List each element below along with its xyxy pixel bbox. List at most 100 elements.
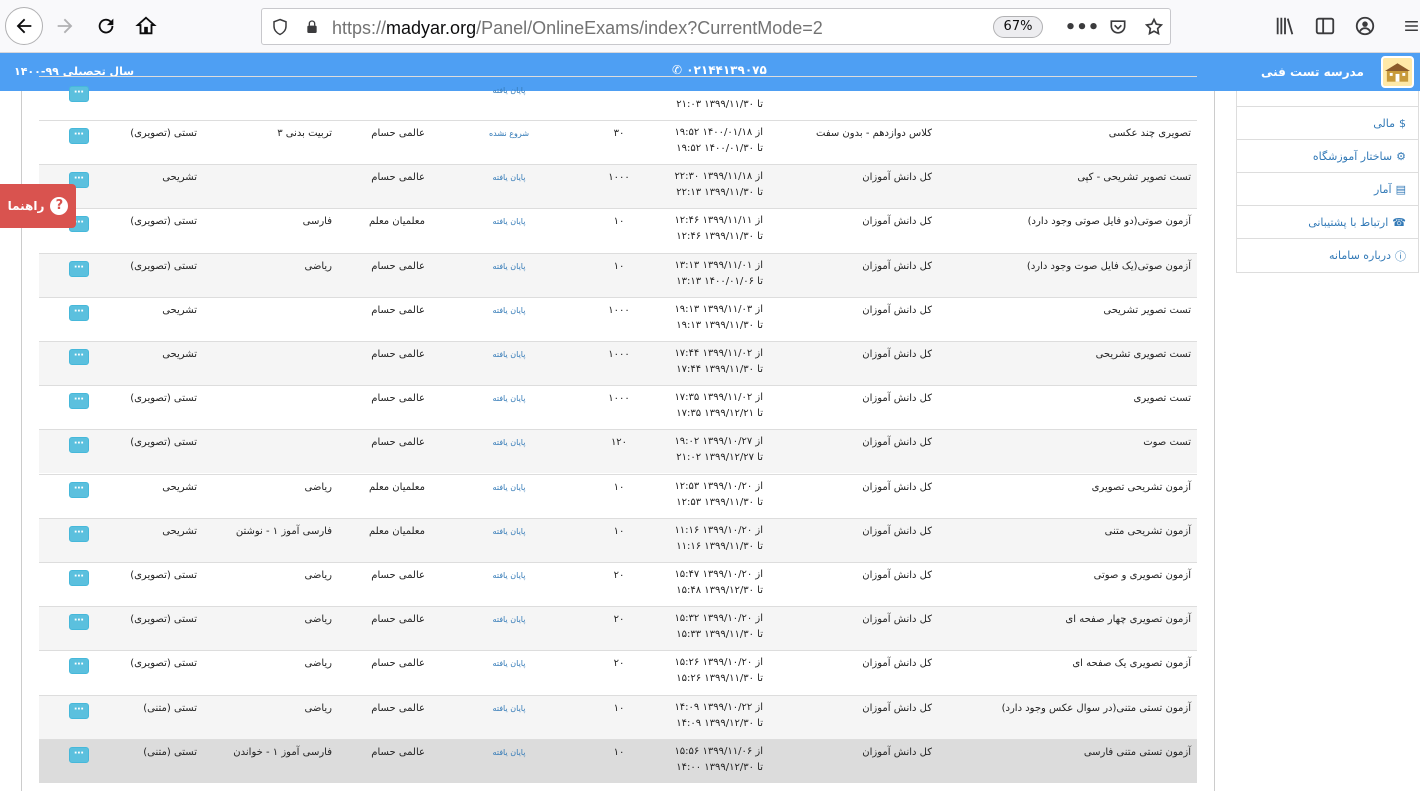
- sidebar-item-school-structure[interactable]: ساختار آموزشگاه ⚙: [1237, 140, 1418, 173]
- sidebar-item-about[interactable]: درباره سامانه ⓘ: [1237, 239, 1418, 272]
- sidebar-item-partial[interactable]: [1237, 90, 1418, 107]
- status-label[interactable]: پایان یافته: [459, 306, 559, 315]
- actions-button[interactable]: ⋯: [69, 746, 89, 763]
- teacher-name: معلمیان معلم: [368, 481, 425, 493]
- status-label[interactable]: پایان یافته: [459, 571, 559, 580]
- teacher-name: معلمیان معلم: [368, 525, 425, 537]
- status-label[interactable]: پایان یافته: [459, 86, 559, 95]
- exam-title: تصویری چند عکسی: [1108, 128, 1191, 139]
- exam-score: ۲۰: [613, 658, 625, 670]
- actions-button[interactable]: ⋯: [69, 86, 89, 102]
- info-icon: ⓘ: [1395, 249, 1406, 263]
- exam-target: کل دانش آموزان: [862, 304, 932, 316]
- actions-button[interactable]: ⋯: [69, 570, 89, 586]
- zoom-badge[interactable]: 67%: [993, 16, 1043, 38]
- exam-score: ۲۰: [613, 614, 625, 626]
- actions-button[interactable]: ⋯: [69, 658, 89, 675]
- table-row: آزمون تشریحی تصویری کل دانش آموزان از ۱۳۹۹…: [39, 473, 1197, 518]
- start-date: از ۱۳۹۹/۱۱/۱۸ ۲۲:۳۰: [674, 171, 763, 183]
- home-button[interactable]: [127, 7, 165, 45]
- back-button[interactable]: [5, 7, 43, 45]
- end-date: تا ۱۳۹۹/۱۲/۲۷ ۲۱:۰۲: [676, 452, 763, 464]
- exam-target: کل دانش آموزان: [862, 349, 932, 360]
- status-label[interactable]: پایان یافته: [459, 394, 559, 403]
- actions-button[interactable]: ⋯: [69, 393, 89, 410]
- exam-type: تستی (تصویری): [130, 658, 197, 670]
- start-date: از ۱۳۹۹/۱۰/۲۰ ۱۵:۲۶: [674, 657, 763, 669]
- end-date: تا ۱۳۹۹/۱۱/۳۰ ۱۲:۵۳: [676, 496, 763, 508]
- status-label[interactable]: پایان یافته: [459, 350, 559, 359]
- table-row: آزمون صوتی(یک فایل صوت وجود دارد) کل دانش…: [39, 252, 1197, 297]
- teacher-name: عالمی حسام: [371, 437, 425, 449]
- help-button[interactable]: راهنما ?: [0, 184, 76, 228]
- status-label[interactable]: پایان یافته: [459, 483, 559, 492]
- table-row: آزمون تصویری و صوتی کل دانش آموزان از ۱۳۹۹…: [39, 562, 1197, 606]
- sidebar-item-finance[interactable]: مالی $: [1237, 107, 1418, 140]
- menu-icon[interactable]: [1403, 15, 1420, 37]
- sidebar-menu: مالی $ ساختار آموزشگاه ⚙ آمار ▤ ارتباط ب…: [1236, 91, 1419, 273]
- arrow-right-icon: [57, 18, 73, 34]
- exam-title: آزمون تشریحی متنی: [1104, 525, 1191, 537]
- start-date: از ۱۳۹۹/۱۰/۲۷ ۱۹:۰۲: [674, 436, 763, 448]
- teacher-name: عالمی حسام: [371, 172, 425, 184]
- actions-button[interactable]: ⋯: [69, 614, 89, 631]
- actions-button[interactable]: ⋯: [69, 525, 89, 542]
- sidebar-item-stats[interactable]: آمار ▤: [1237, 173, 1418, 206]
- status-label[interactable]: پایان یافته: [459, 659, 559, 668]
- more-actions-icon[interactable]: •••: [1065, 16, 1100, 38]
- gear-icon: ⚙: [1396, 149, 1406, 163]
- end-date: تا ۱۳۹۹/۱۱/۳۰ ۱۵:۲۶: [676, 673, 763, 685]
- sidebar-item-label: درباره سامانه: [1329, 249, 1391, 262]
- url-bar[interactable]: https://madyar.org/Panel/OnlineExams/ind…: [261, 8, 1171, 45]
- sidebar-item-support[interactable]: ارتباط با پشتیبانی ☎: [1237, 206, 1418, 239]
- actions-button[interactable]: ⋯: [69, 437, 89, 454]
- start-date: از ۱۳۹۹/۱۱/۰۲ ۱۷:۴۴: [674, 348, 763, 359]
- status-label[interactable]: پایان یافته: [459, 217, 559, 226]
- status-label[interactable]: پایان یافته: [459, 704, 559, 713]
- actions-button[interactable]: ⋯: [69, 349, 89, 365]
- actions-button[interactable]: ⋯: [69, 304, 89, 321]
- reload-button[interactable]: [87, 7, 125, 45]
- course-name: ریاضی: [304, 658, 333, 670]
- account-icon[interactable]: [1353, 15, 1377, 37]
- teacher-name: عالمی حسام: [371, 393, 425, 405]
- status-label[interactable]: پایان یافته: [459, 438, 559, 447]
- exam-score: ۱۰: [613, 481, 625, 493]
- status-label[interactable]: پایان یافته: [459, 262, 559, 271]
- exam-type: تستی (تصویری): [130, 570, 197, 581]
- exam-target: کل دانش آموزان: [862, 525, 932, 537]
- lock-icon[interactable]: [302, 17, 322, 37]
- library-icon[interactable]: [1273, 15, 1297, 37]
- status-label[interactable]: شروع نشده: [459, 129, 559, 138]
- exam-type: تستی (تصویری): [130, 437, 197, 449]
- actions-button[interactable]: ⋯: [69, 702, 89, 719]
- exam-target: کل دانش آموزان: [862, 702, 932, 714]
- exam-score: ۱۰۰۰: [608, 172, 630, 184]
- actions-button[interactable]: ⋯: [69, 481, 89, 498]
- end-date: تا ۱۴۰۰/۰۱/۰۶ ۱۳:۱۳: [676, 275, 763, 287]
- actions-button[interactable]: ⋯: [69, 260, 89, 277]
- teacher-name: عالمی حسام: [371, 658, 425, 670]
- status-label[interactable]: پایان یافته: [459, 615, 559, 624]
- course-name: ریاضی: [304, 570, 333, 581]
- end-date: تا ۱۳۹۹/۱۱/۳۰ ۲۲:۱۳: [676, 187, 763, 199]
- status-label[interactable]: پایان یافته: [459, 173, 559, 182]
- exam-title: آزمون تستی متنی فارسی: [1083, 746, 1191, 758]
- exam-target: کل دانش آموزان: [862, 658, 932, 670]
- teacher-name: عالمی حسام: [371, 260, 425, 272]
- url-text[interactable]: https://madyar.org/Panel/OnlineExams/ind…: [332, 18, 823, 39]
- arrow-left-icon: [16, 18, 32, 34]
- sidebar-toggle-icon[interactable]: [1313, 15, 1337, 37]
- school-name[interactable]: مدرسه تست فنی: [1261, 65, 1364, 79]
- status-label[interactable]: پایان یافته: [459, 527, 559, 536]
- support-phone: ✆ ۰۲۱۴۴۱۳۹۰۷۵: [672, 63, 767, 77]
- teacher-name: عالمی حسام: [371, 614, 425, 626]
- actions-button[interactable]: ⋯: [69, 128, 89, 144]
- forward-button[interactable]: [46, 7, 84, 45]
- end-date: تا ۱۴۰۰/۰۱/۳۰ ۱۹:۵۲: [676, 143, 763, 154]
- status-label[interactable]: پایان یافته: [459, 748, 559, 757]
- bookmark-star-icon[interactable]: [1143, 16, 1165, 38]
- pocket-icon[interactable]: [1107, 16, 1129, 38]
- shield-icon[interactable]: [270, 17, 290, 37]
- sidebar-item-label: مالی: [1373, 116, 1395, 130]
